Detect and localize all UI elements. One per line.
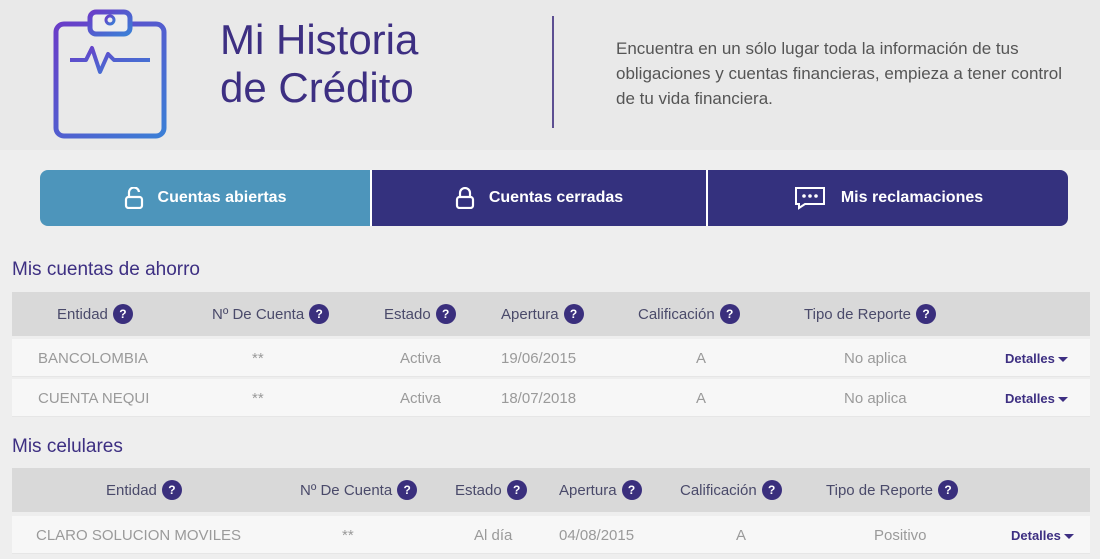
cell-apertura: 19/06/2015: [501, 349, 577, 367]
cell-calificacion: A: [696, 349, 707, 367]
help-icon[interactable]: ?: [761, 480, 782, 500]
col-numero-cuenta: Nº De Cuenta?: [212, 292, 330, 336]
col-calificacion: Calificación?: [680, 468, 782, 512]
help-icon[interactable]: ?: [506, 480, 527, 500]
col-entidad: Entidad?: [57, 292, 133, 336]
table-row: BANCOLOMBIA ** Activa 19/06/2015 A No ap…: [12, 339, 1090, 377]
cell-cuenta: **: [252, 349, 264, 367]
col-numero-cuenta: Nº De Cuenta?: [300, 468, 418, 512]
help-icon[interactable]: ?: [563, 304, 584, 324]
phones-table-header: Entidad? Nº De Cuenta? Estado? Apertura?…: [12, 468, 1090, 512]
tab-cuentas-abiertas[interactable]: Cuentas abiertas: [40, 170, 370, 226]
col-apertura: Apertura?: [501, 292, 584, 336]
tab-mis-reclamaciones[interactable]: Mis reclamaciones: [706, 170, 1068, 226]
details-button[interactable]: Detalles: [1011, 516, 1074, 554]
details-button[interactable]: Detalles: [1005, 339, 1068, 377]
caret-down-icon: [1063, 533, 1074, 539]
table-row: CUENTA NEQUI ** Activa 18/07/2018 A No a…: [12, 379, 1090, 417]
page-title-line2: de Crédito: [220, 64, 414, 111]
col-entidad: Entidad?: [106, 468, 182, 512]
savings-table-header: Entidad? Nº De Cuenta? Estado? Apertura?…: [12, 292, 1090, 336]
cell-tipo-reporte: Positivo: [874, 526, 927, 544]
cell-entidad: CLARO SOLUCION MOVILES: [36, 526, 242, 544]
section-title-savings: Mis cuentas de ahorro: [12, 259, 200, 280]
section-title-phones: Mis celulares: [12, 436, 123, 457]
cell-cuenta: **: [252, 389, 264, 407]
header-divider: [552, 16, 554, 128]
help-icon[interactable]: ?: [112, 304, 133, 324]
help-icon[interactable]: ?: [719, 304, 740, 324]
page-title: Mi Historia de Crédito: [220, 16, 418, 112]
help-icon[interactable]: ?: [161, 480, 182, 500]
tab-bar: Cuentas abiertas Cuentas cerradas Mis re…: [40, 170, 1068, 226]
header-description: Encuentra en un sólo lugar toda la infor…: [616, 39, 1063, 108]
col-tipo-reporte: Tipo de Reporte?: [826, 468, 959, 512]
lock-icon: [455, 187, 475, 209]
help-icon[interactable]: ?: [916, 304, 937, 324]
help-icon[interactable]: ?: [938, 480, 959, 500]
cell-estado: Activa: [400, 349, 441, 367]
caret-down-icon: [1057, 396, 1068, 402]
help-icon[interactable]: ?: [435, 304, 456, 324]
clipboard-heartbeat-icon: [53, 9, 167, 139]
cell-entidad: BANCOLOMBIA: [38, 349, 149, 367]
cell-calificacion: A: [736, 526, 747, 544]
tab-label: Mis reclamaciones: [840, 189, 984, 206]
cell-calificacion: A: [696, 389, 707, 407]
cell-cuenta: **: [342, 526, 354, 544]
help-icon[interactable]: ?: [397, 480, 418, 500]
cell-estado: Al día: [474, 526, 513, 544]
tab-label: Cuentas cerradas: [488, 189, 624, 206]
page-header: Mi Historia de Crédito Encuentra en un s…: [0, 0, 1100, 150]
caret-down-icon: [1057, 356, 1068, 362]
col-apertura: Apertura?: [559, 468, 642, 512]
col-estado: Estado?: [384, 292, 456, 336]
help-icon[interactable]: ?: [309, 304, 330, 324]
page-title-line1: Mi Historia: [220, 16, 419, 63]
tab-label: Cuentas abiertas: [157, 189, 287, 206]
col-calificacion: Calificación?: [638, 292, 740, 336]
details-button[interactable]: Detalles: [1005, 379, 1068, 417]
table-row: CLARO SOLUCION MOVILES ** Al día 04/08/2…: [12, 516, 1090, 554]
cell-entidad: CUENTA NEQUI: [38, 389, 150, 407]
chat-icon: [793, 186, 827, 210]
tab-cuentas-cerradas[interactable]: Cuentas cerradas: [370, 170, 706, 226]
cell-estado: Activa: [400, 389, 441, 407]
col-estado: Estado?: [455, 468, 527, 512]
help-icon[interactable]: ?: [621, 480, 642, 500]
unlock-icon: [124, 187, 144, 209]
cell-tipo-reporte: No aplica: [844, 349, 907, 367]
cell-apertura: 04/08/2015: [559, 526, 635, 544]
col-tipo-reporte: Tipo de Reporte?: [804, 292, 937, 336]
cell-apertura: 18/07/2018: [501, 389, 577, 407]
cell-tipo-reporte: No aplica: [844, 389, 907, 407]
